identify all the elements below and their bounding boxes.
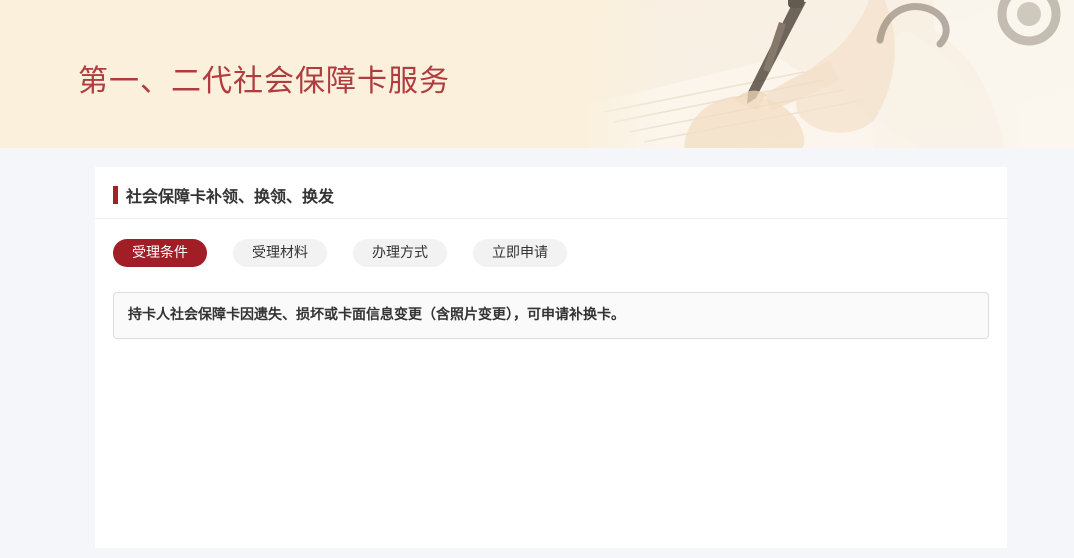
doctor-photo [574,0,1074,148]
page-title: 第一、二代社会保障卡服务 [78,56,450,100]
hero-banner: 第一、二代社会保障卡服务 [0,0,1074,148]
service-card: 社会保障卡补领、换领、换发 受理条件 受理材料 办理方式 立即申请 持卡人社会保… [95,167,1007,548]
photo-fade-overlay [574,0,1074,148]
content-panel: 持卡人社会保障卡因遗失、损坏或卡面信息变更（含照片变更），可申请补换卡。 [113,292,989,339]
tab-acceptance-conditions[interactable]: 受理条件 [113,239,207,267]
content-text: 持卡人社会保障卡因遗失、损坏或卡面信息变更（含照片变更），可申请补换卡。 [128,307,974,324]
tab-apply-now[interactable]: 立即申请 [473,239,567,267]
section-title: 社会保障卡补领、换领、换发 [126,183,334,207]
section-marker-bar [113,186,118,204]
tab-processing-method[interactable]: 办理方式 [353,239,447,267]
page-body: 社会保障卡补领、换领、换发 受理条件 受理材料 办理方式 立即申请 持卡人社会保… [0,148,1074,548]
section-header: 社会保障卡补领、换领、换发 [95,167,1007,219]
doctor-photo-illustration [574,0,1074,148]
tab-required-materials[interactable]: 受理材料 [233,239,327,267]
tab-bar: 受理条件 受理材料 办理方式 立即申请 [95,219,1007,267]
